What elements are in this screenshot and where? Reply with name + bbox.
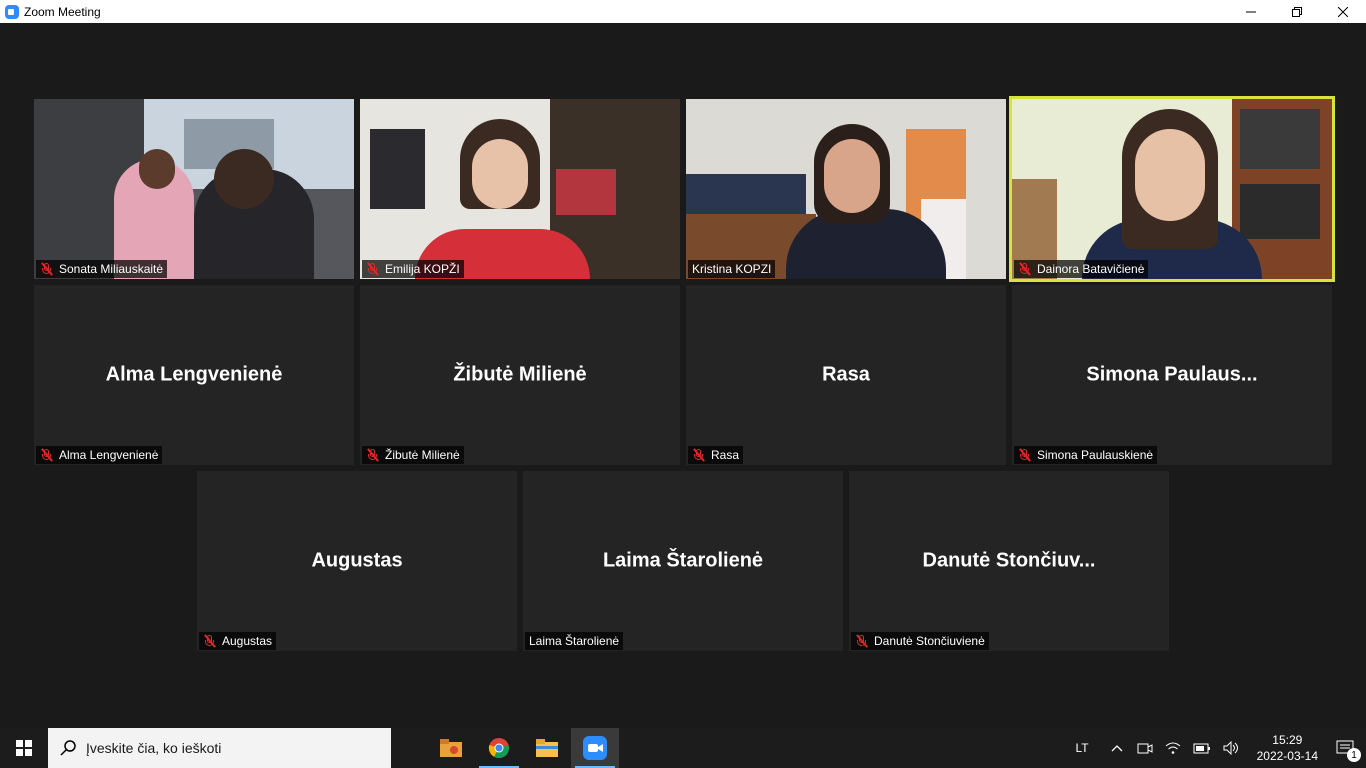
search-icon [60, 740, 76, 756]
minimize-button[interactable] [1228, 0, 1274, 23]
show-hidden-icons-button[interactable] [1103, 728, 1131, 768]
clock-date: 2022-03-14 [1256, 749, 1318, 763]
window-controls [1228, 0, 1366, 23]
participant-name-tag: Rasa [688, 446, 744, 464]
file-explorer-icon [536, 739, 558, 757]
start-button[interactable] [0, 728, 48, 768]
video-tile-2[interactable]: Kristina KOPZI [686, 99, 1006, 279]
participant-name-tag: Alma Lengvenienė [36, 446, 163, 464]
participant-tile-5[interactable]: Žibutė Milienė Žibutė Milienė [360, 285, 680, 465]
language-indicator[interactable]: LT [1061, 728, 1102, 768]
participant-display-name: Rasa [822, 363, 870, 386]
mic-muted-icon [39, 448, 55, 462]
zoom-icon [583, 736, 607, 760]
windows-taskbar: Įveskite čia, ko ieškoti LT 15:29 2022-0… [0, 728, 1366, 768]
participant-tile-9[interactable]: Laima Štarolienė Laima Štarolienė [523, 471, 843, 651]
participant-name-tag: Dainora Batavičienė [1014, 260, 1149, 278]
mic-muted-icon [202, 634, 218, 648]
restore-button[interactable] [1274, 0, 1320, 23]
taskbar-app-zoom[interactable] [571, 728, 619, 768]
restore-icon [1292, 6, 1302, 17]
participant-tile-10[interactable]: Danutė Stončiuv... Danutė Stončiuvienė [849, 471, 1169, 651]
participant-name: Augustas [222, 634, 273, 648]
video-tile-1[interactable]: Emilija KOPŽI [360, 99, 680, 279]
mic-muted-icon [365, 262, 381, 276]
video-tile-0[interactable]: Sonata Miliauskaitė [34, 99, 354, 279]
participant-name-tag: Emilija KOPŽI [362, 260, 464, 278]
participant-name: Kristina KOPZI [692, 262, 772, 276]
minimize-icon [1246, 11, 1256, 12]
participant-display-name: Žibutė Milienė [453, 363, 587, 386]
participant-name-tag: Danutė Stončiuvienė [851, 632, 989, 650]
file-explorer-shortcut-icon [440, 739, 462, 757]
windows-logo-icon [16, 740, 32, 756]
participant-tile-8[interactable]: Augustas Augustas [197, 471, 517, 651]
participant-name: Simona Paulauskienė [1037, 448, 1154, 462]
tray-battery[interactable] [1187, 728, 1217, 768]
participant-name: Laima Štarolienė [529, 634, 620, 648]
mic-muted-icon [365, 448, 381, 462]
battery-icon [1193, 743, 1210, 754]
close-icon [1338, 6, 1348, 17]
action-center-button[interactable]: 1 [1328, 728, 1366, 768]
participant-name-tag: Laima Štarolienė [525, 632, 624, 650]
participant-display-name: Laima Štarolienė [602, 549, 764, 572]
participant-name-tag: Žibutė Milienė [362, 446, 464, 464]
zoom-app-icon [5, 4, 19, 19]
participant-display-name: Simona Paulaus... [1086, 363, 1258, 386]
participant-name: Emilija KOPŽI [385, 262, 460, 276]
participant-tile-4[interactable]: Alma Lengvenienė Alma Lengvenienė [34, 285, 354, 465]
participant-name: Danutė Stončiuvienė [874, 634, 985, 648]
mic-muted-icon [39, 262, 55, 276]
participant-display-name: Augustas [311, 549, 403, 572]
wifi-icon [1165, 742, 1180, 754]
participant-name: Sonata Miliauskaitė [59, 262, 164, 276]
mic-muted-icon [1017, 262, 1033, 276]
participant-display-name: Danutė Stončiuv... [922, 549, 1096, 572]
chevron-up-icon [1111, 745, 1123, 752]
speaker-volume-icon [1223, 741, 1238, 755]
taskbar-search-input[interactable]: Įveskite čia, ko ieškoti [48, 728, 391, 768]
mic-muted-icon [691, 448, 707, 462]
taskbar-app-chrome[interactable] [475, 728, 523, 768]
participant-name: Rasa [711, 448, 740, 462]
participant-name-tag: Simona Paulauskienė [1014, 446, 1158, 464]
participant-name: Dainora Batavičienė [1037, 262, 1145, 276]
chrome-icon [488, 738, 509, 759]
participant-name: Alma Lengvenienė [59, 448, 159, 462]
participant-tile-6[interactable]: Rasa Rasa [686, 285, 1006, 465]
tray-network[interactable] [1159, 728, 1187, 768]
meet-now-icon [1137, 743, 1153, 754]
clock-time: 15:29 [1272, 733, 1303, 747]
notification-count-badge: 1 [1347, 748, 1361, 762]
gallery-view: Sonata Miliauskaitė Emilija KOPŽI Kristi… [0, 23, 1366, 728]
participant-tile-7[interactable]: Simona Paulaus... Simona Paulauskienė [1012, 285, 1332, 465]
tray-meet-now[interactable] [1131, 728, 1159, 768]
system-tray: LT 15:29 2022-03-14 1 [1061, 728, 1366, 768]
participant-display-name: Alma Lengvenienė [105, 363, 283, 386]
close-button[interactable] [1320, 0, 1366, 23]
mic-muted-icon [1017, 448, 1033, 462]
participant-name-tag: Kristina KOPZI [688, 260, 776, 278]
participant-name-tag: Sonata Miliauskaitė [36, 260, 168, 278]
window-title: Zoom Meeting [24, 4, 101, 19]
participant-name-tag: Augustas [199, 632, 277, 650]
taskbar-clock[interactable]: 15:29 2022-03-14 [1247, 728, 1328, 768]
search-placeholder: Įveskite čia, ko ieškoti [86, 740, 222, 756]
taskbar-app-file-explorer[interactable] [523, 728, 571, 768]
participant-name: Žibutė Milienė [385, 448, 460, 462]
window-titlebar: Zoom Meeting [0, 0, 1366, 23]
mic-muted-icon [854, 634, 870, 648]
video-tile-3-active-speaker[interactable]: Dainora Batavičienė [1009, 96, 1335, 282]
tray-volume[interactable] [1217, 728, 1247, 768]
taskbar-app-folder-shortcut[interactable] [427, 728, 475, 768]
